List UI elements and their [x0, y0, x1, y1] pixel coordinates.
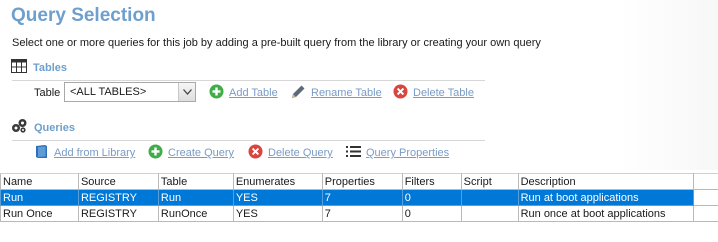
- plus-circle-icon: [209, 84, 224, 102]
- cell-source: REGISTRY: [77, 189, 159, 206]
- table-select-value: <ALL TABLES>: [70, 86, 147, 98]
- cell-filler: [692, 205, 718, 222]
- rename-table-button[interactable]: Rename Table: [290, 85, 382, 101]
- tables-section-label: Tables: [33, 62, 68, 74]
- cell-table: Run: [157, 189, 234, 206]
- page-title: Query Selection: [11, 5, 156, 26]
- column-header-properties[interactable]: Properties: [321, 173, 403, 190]
- x-circle-icon: [393, 84, 408, 102]
- add-table-button[interactable]: Add Table: [209, 84, 278, 102]
- gears-icon: [11, 118, 28, 138]
- delete-table-label: Delete Table: [413, 87, 474, 99]
- table-row[interactable]: Run Once REGISTRY RunOnce YES 7 0 Run on…: [0, 205, 718, 222]
- queries-section-label: Queries: [34, 122, 75, 134]
- cell-filler: [692, 189, 718, 206]
- create-query-button[interactable]: Create Query: [148, 144, 235, 162]
- queries-section-header: Queries: [11, 118, 75, 138]
- column-header-source[interactable]: Source: [77, 173, 159, 190]
- column-header-filler: [692, 173, 718, 190]
- cell-description: Run at boot applications: [517, 189, 694, 206]
- page-subtitle: Select one or more queries for this job …: [12, 37, 541, 49]
- query-selection-panel: Query Selection Select one or more queri…: [0, 0, 718, 242]
- cell-properties: 7: [321, 205, 403, 222]
- cell-description: Run once at boot applications: [517, 205, 694, 222]
- rename-table-label: Rename Table: [311, 87, 382, 99]
- cell-name: Run: [0, 189, 79, 206]
- queries-section-divider: [12, 140, 485, 141]
- add-from-library-button[interactable]: Add from Library: [34, 145, 135, 161]
- cell-properties: 7: [321, 189, 403, 206]
- cell-filters: 0: [401, 189, 462, 206]
- pencil-icon: [290, 84, 306, 103]
- x-circle-icon: [248, 144, 263, 162]
- create-query-label: Create Query: [168, 147, 235, 159]
- cell-name: Run Once: [0, 205, 79, 222]
- table-select[interactable]: <ALL TABLES>: [64, 82, 196, 102]
- book-icon: [34, 144, 49, 162]
- cell-enumerates: YES: [232, 189, 323, 206]
- column-header-filters[interactable]: Filters: [401, 173, 462, 190]
- column-header-table[interactable]: Table: [157, 173, 234, 190]
- table-header-row: Name Source Table Enumerates Properties …: [0, 173, 718, 190]
- delete-table-button[interactable]: Delete Table: [393, 84, 474, 102]
- chevron-down-icon[interactable]: [178, 83, 195, 101]
- column-header-script[interactable]: Script: [460, 173, 519, 190]
- tables-section-header: Tables: [11, 58, 68, 78]
- tables-section-divider: [12, 80, 485, 81]
- cell-enumerates: YES: [232, 205, 323, 222]
- column-header-description[interactable]: Description: [517, 173, 694, 190]
- queries-grid: Name Source Table Enumerates Properties …: [0, 173, 718, 222]
- cell-filters: 0: [401, 205, 462, 222]
- queries-table: Name Source Table Enumerates Properties …: [0, 173, 718, 222]
- list-icon: [346, 145, 361, 161]
- background-fade: [618, 0, 718, 170]
- cell-source: REGISTRY: [77, 205, 159, 222]
- plus-circle-icon: [148, 144, 163, 162]
- column-header-name[interactable]: Name: [0, 173, 79, 190]
- delete-query-label: Delete Query: [268, 147, 333, 159]
- add-from-library-label: Add from Library: [54, 147, 136, 159]
- cell-script: [460, 205, 519, 222]
- table-grid-icon: [11, 58, 27, 78]
- delete-query-button[interactable]: Delete Query: [248, 144, 333, 162]
- query-properties-label: Query Properties: [366, 147, 450, 159]
- cell-table: RunOnce: [157, 205, 234, 222]
- add-table-label: Add Table: [229, 87, 278, 99]
- table-row[interactable]: Run REGISTRY Run YES 7 0 Run at boot app…: [0, 189, 718, 206]
- cell-script: [460, 189, 519, 206]
- column-header-enumerates[interactable]: Enumerates: [232, 173, 323, 190]
- query-properties-button[interactable]: Query Properties: [346, 145, 449, 161]
- table-label: Table: [34, 87, 61, 99]
